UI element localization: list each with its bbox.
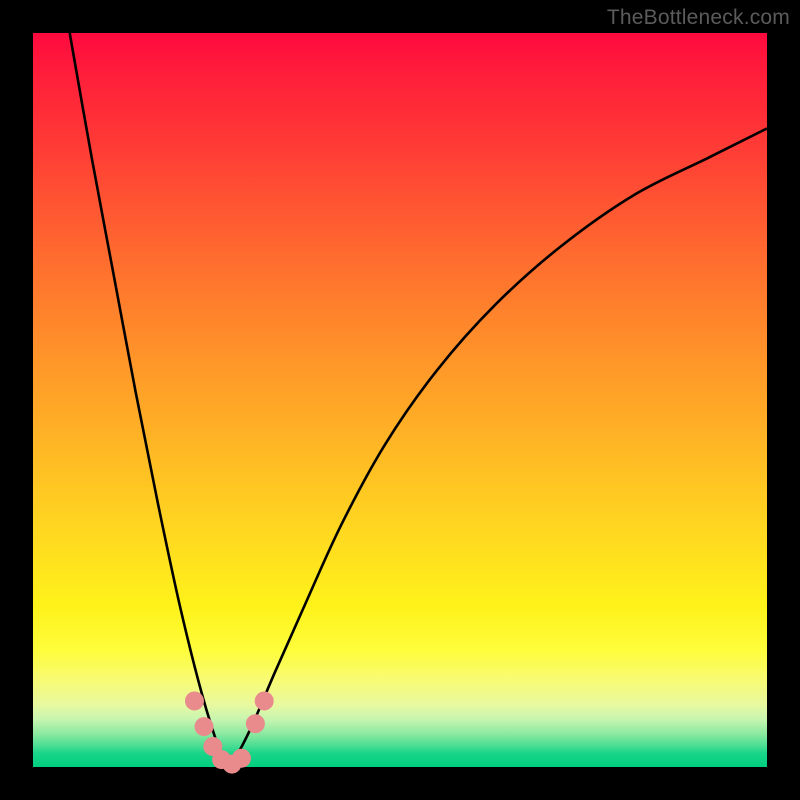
highlight-dot bbox=[185, 691, 204, 710]
highlight-dot bbox=[246, 714, 265, 733]
chart-frame: TheBottleneck.com bbox=[0, 0, 800, 800]
highlight-marker-group bbox=[185, 691, 274, 773]
curve-left-branch bbox=[70, 33, 228, 767]
watermark-text: TheBottleneck.com bbox=[607, 6, 790, 30]
highlight-dot bbox=[255, 691, 274, 710]
highlight-dot bbox=[232, 749, 251, 768]
highlight-dot bbox=[195, 717, 214, 736]
curve-layer bbox=[33, 33, 767, 767]
curve-right-branch bbox=[228, 128, 767, 767]
